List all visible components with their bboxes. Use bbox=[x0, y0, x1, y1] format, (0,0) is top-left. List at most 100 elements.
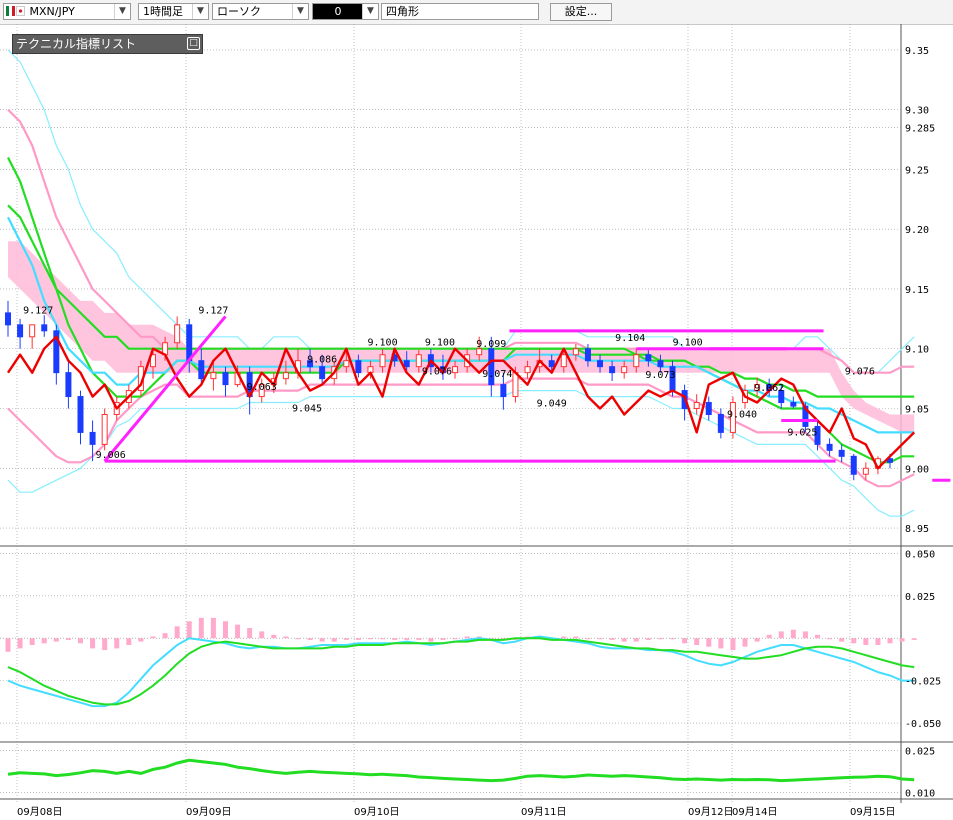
chart-style-label: ローソク bbox=[217, 5, 261, 18]
candle-body bbox=[633, 354, 640, 368]
macd-histogram-bar bbox=[222, 621, 228, 639]
settings-button[interactable]: 設定... bbox=[550, 3, 612, 21]
macd-histogram-bar bbox=[380, 638, 386, 640]
symbol-select[interactable]: MXN/JPY ▼ bbox=[3, 3, 131, 20]
candle-body bbox=[415, 354, 422, 368]
candle-body bbox=[657, 360, 664, 368]
timeframe-select[interactable]: 1時間足 ▼ bbox=[138, 3, 209, 20]
chevron-down-icon[interactable]: ▼ bbox=[292, 4, 308, 19]
date-axis-tick: 09月09日 bbox=[186, 806, 231, 818]
technical-indicator-panel[interactable]: テクニカル指標リスト □ bbox=[12, 34, 203, 54]
price-axis-tick: 9.10 bbox=[905, 345, 929, 356]
candle-body bbox=[693, 402, 700, 410]
macd-histogram-bar bbox=[138, 638, 144, 642]
candle-body bbox=[89, 431, 96, 445]
price-axis-tick: 9.15 bbox=[905, 285, 929, 296]
candle-body bbox=[826, 443, 833, 451]
macd-histogram-bar bbox=[839, 638, 845, 642]
date-axis-tick: 09月14日 bbox=[732, 806, 777, 818]
macd-histogram-bar bbox=[742, 638, 748, 647]
macd-histogram-bar bbox=[452, 638, 458, 640]
price-annotation: 9.127 bbox=[23, 305, 53, 316]
macd-histogram-bar bbox=[657, 638, 663, 640]
price-axis-tick: 9.35 bbox=[905, 46, 929, 57]
candle-body bbox=[705, 402, 712, 415]
price-annotation: 9.076 bbox=[845, 366, 875, 377]
macd-histogram-bar bbox=[670, 638, 676, 640]
macd-histogram-bar bbox=[162, 633, 168, 639]
price-annotation: 9.006 bbox=[96, 450, 126, 461]
macd-histogram-bar bbox=[682, 638, 688, 644]
candle-body bbox=[790, 402, 797, 407]
macd-histogram-bar bbox=[561, 636, 567, 639]
macd-histogram-bar bbox=[694, 638, 700, 645]
price-axis-tick: 9.285 bbox=[905, 124, 935, 135]
macd-histogram-bar bbox=[210, 617, 216, 639]
price-annotation: 9.045 bbox=[292, 403, 322, 414]
macd-line bbox=[7, 635, 915, 708]
price-annotation: 9.100 bbox=[367, 338, 397, 349]
price-axis-tick: 9.00 bbox=[905, 464, 929, 475]
price-axis-tick: 9.30 bbox=[905, 106, 929, 117]
macd-histogram-bar bbox=[102, 638, 108, 651]
price-axis-tick: 9.20 bbox=[905, 225, 929, 236]
price-annotation: 9.025 bbox=[787, 427, 817, 438]
macd-histogram-bar bbox=[718, 638, 724, 649]
macd-histogram-bar bbox=[307, 638, 313, 640]
draw-tool-field[interactable]: 四角形 bbox=[381, 3, 539, 20]
price-axis-tick: 9.25 bbox=[905, 165, 929, 176]
macd-histogram-bar bbox=[621, 638, 627, 642]
chart-style-select[interactable]: ローソク ▼ bbox=[212, 3, 309, 20]
macd-axis-tick: -0.025 bbox=[905, 677, 941, 688]
macd-histogram-bar bbox=[271, 634, 277, 639]
candle-body bbox=[222, 372, 229, 386]
macd-axis-tick: 0.050 bbox=[905, 549, 935, 560]
macd-histogram-bar bbox=[392, 638, 398, 640]
restore-icon[interactable]: □ bbox=[187, 37, 200, 50]
price-annotation: 9.062 bbox=[754, 383, 784, 394]
macd-histogram-bar bbox=[790, 629, 796, 639]
macd-histogram-bar bbox=[150, 636, 156, 639]
candle-body bbox=[838, 449, 845, 457]
macd-histogram-bar bbox=[65, 638, 71, 640]
macd-histogram-bar bbox=[827, 638, 833, 640]
macd-histogram-bar bbox=[319, 638, 325, 642]
macd-histogram-bar bbox=[235, 624, 241, 639]
macd-pane bbox=[0, 617, 917, 708]
price-annotation: 9.049 bbox=[537, 399, 567, 410]
macd-histogram-bar bbox=[198, 617, 204, 639]
candle-body bbox=[584, 348, 591, 362]
mexico-flag-icon bbox=[6, 6, 15, 16]
vol-axis-tick: 0.010 bbox=[905, 788, 935, 799]
macd-signal-line bbox=[7, 637, 915, 706]
candle-body bbox=[17, 324, 24, 338]
date-axis-tick: 09月08日 bbox=[17, 806, 62, 818]
chevron-down-icon[interactable]: ▼ bbox=[114, 4, 130, 19]
line-color-select[interactable]: 0 ▼ bbox=[312, 3, 379, 20]
candle-body bbox=[343, 360, 350, 368]
candle-body bbox=[29, 324, 36, 338]
candle-body bbox=[210, 372, 217, 380]
date-axis-tick: 09月12日 bbox=[688, 806, 733, 818]
candle-body bbox=[174, 324, 181, 344]
date-axis-tick: 09月15日 bbox=[850, 806, 895, 818]
macd-histogram-bar bbox=[754, 638, 760, 642]
macd-histogram-bar bbox=[851, 638, 857, 644]
candle-body bbox=[198, 360, 205, 380]
chevron-down-icon[interactable]: ▼ bbox=[362, 4, 378, 19]
candle-body bbox=[524, 366, 531, 374]
macd-histogram-bar bbox=[875, 638, 881, 645]
macd-histogram-bar bbox=[899, 638, 905, 642]
macd-histogram-bar bbox=[41, 638, 47, 644]
candle-body bbox=[621, 366, 628, 374]
price-axis-tick: 9.05 bbox=[905, 405, 929, 416]
price-axis-tick: 8.95 bbox=[905, 524, 929, 535]
candle-body bbox=[609, 366, 616, 374]
macd-histogram-bar bbox=[609, 638, 615, 640]
chevron-down-icon[interactable]: ▼ bbox=[192, 4, 208, 19]
price-annotation: 9.073 bbox=[645, 370, 675, 381]
candle-body bbox=[572, 348, 579, 356]
vol-axis-tick: 0.025 bbox=[905, 746, 935, 757]
candle-body bbox=[41, 324, 48, 332]
macd-histogram-bar bbox=[259, 631, 265, 639]
